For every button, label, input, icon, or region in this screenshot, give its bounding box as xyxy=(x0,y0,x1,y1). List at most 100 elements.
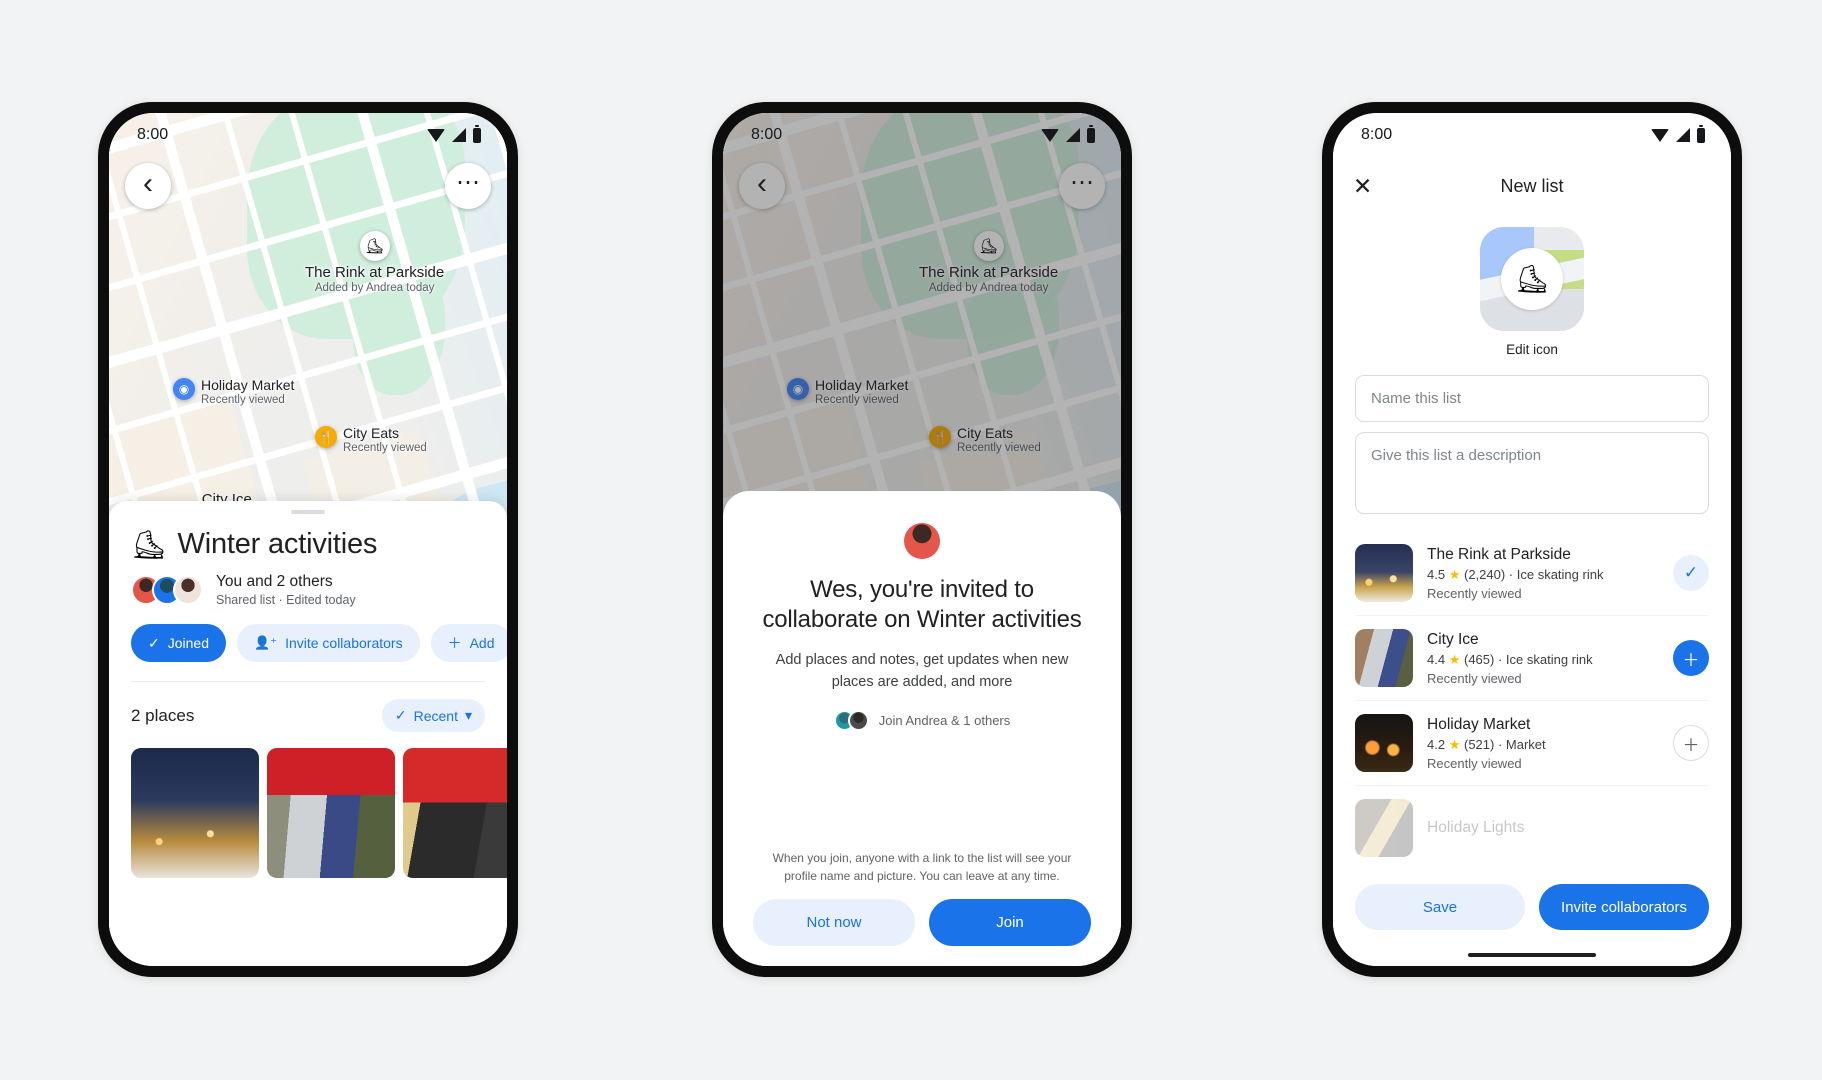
icon-picker-section: ⛸ Edit icon xyxy=(1333,227,1731,357)
status-bar: 8:00 xyxy=(1333,113,1731,157)
phone3-screen: 8:00 ✕ New list ⛸ Edit icon Name this li… xyxy=(1333,113,1731,966)
join-participants-row: Join Andrea & 1 others xyxy=(833,709,1011,731)
phone-mockup-invite-dialog: ⛸ The Rink at Parkside Added by Andrea t… xyxy=(712,102,1132,977)
map-marker-holiday-market[interactable]: ◉ Holiday Market Recently viewed xyxy=(173,377,294,406)
star-icon: ★ xyxy=(1448,566,1461,582)
close-icon[interactable]: ✕ xyxy=(1353,174,1381,198)
phone1-screen: ⛸ The Rink at Parkside Added by Andrea t… xyxy=(109,113,507,966)
place-thumbnail xyxy=(1355,714,1413,772)
marker-subtitle: Recently viewed xyxy=(343,442,427,454)
invite-collaborators-button[interactable]: Invite collaborators xyxy=(1539,884,1709,930)
dialog-description: Add places and notes, get updates when n… xyxy=(775,652,1069,690)
star-icon: ★ xyxy=(1448,736,1461,752)
list-item[interactable]: Holiday Lights xyxy=(1355,786,1709,870)
place-rating: 4.2 xyxy=(1427,736,1446,752)
chip-label: Invite collaborators xyxy=(285,635,403,651)
status-icons xyxy=(1651,125,1705,143)
inviter-avatar xyxy=(904,523,940,559)
invite-dialog: Wes, you're invited to collaborate on Wi… xyxy=(723,491,1121,966)
marker-subtitle: Added by Andrea today xyxy=(314,282,435,294)
sort-filter-chip[interactable]: ✓ Recent ▾ xyxy=(381,699,485,732)
place-info: City Ice 4.4 ★ (465) · Ice skating rink … xyxy=(1427,631,1659,686)
places-count: 2 places xyxy=(131,705,195,725)
sort-label: Recent xyxy=(413,707,458,724)
more-options-button[interactable]: ⋯ xyxy=(445,163,491,209)
list-item[interactable]: City Ice 4.4 ★ (465) · Ice skating rink … xyxy=(1355,616,1709,701)
marker-title: Holiday Market xyxy=(201,377,295,393)
add-place-button[interactable]: ＋ xyxy=(1673,640,1709,676)
home-indicator[interactable] xyxy=(1468,953,1596,957)
cellular-icon xyxy=(1676,128,1690,142)
market-icon: ◉ xyxy=(173,378,195,400)
avatar-group xyxy=(131,575,203,605)
map-marker-city-eats[interactable]: 🍴 City Eats Recently viewed xyxy=(315,425,427,454)
collaborators-row[interactable]: You and 2 others Shared list · Edited to… xyxy=(131,573,485,607)
ice-skate-icon: ⛸ xyxy=(1501,248,1563,310)
save-button[interactable]: Save xyxy=(1355,884,1525,930)
add-place-button[interactable]: ＋ xyxy=(1673,725,1709,761)
place-category: Ice skating rink xyxy=(1505,651,1593,667)
place-photo[interactable] xyxy=(131,748,259,878)
dialog-button-row: Not now Join xyxy=(753,899,1091,946)
joined-chip[interactable]: ✓ Joined xyxy=(131,624,226,662)
chip-label: Add xyxy=(469,635,495,651)
marker-title: City Eats xyxy=(343,425,400,441)
place-thumbnail xyxy=(1355,799,1413,857)
place-review-count: (465) xyxy=(1463,651,1495,667)
marker-subtitle: Recently viewed xyxy=(201,394,285,406)
list-name-input[interactable] xyxy=(1355,375,1709,422)
dialog-title: Wes, you're invited to collaborate on Wi… xyxy=(762,576,1082,634)
check-icon: ✓ xyxy=(148,634,160,651)
place-rating-meta: 4.2 ★ (521) · Market xyxy=(1427,736,1546,752)
join-button[interactable]: Join xyxy=(929,899,1091,946)
back-button[interactable]: ‹ xyxy=(125,163,171,209)
plus-icon: ＋ xyxy=(447,635,462,651)
list-bottom-sheet: ⛸ Winter activities You and 2 others Sha… xyxy=(109,501,507,966)
not-now-button[interactable]: Not now xyxy=(753,899,915,946)
place-category: Market xyxy=(1505,736,1546,752)
place-subtitle: Recently viewed xyxy=(1427,670,1522,686)
suggested-places-list[interactable]: The Rink at Parkside 4.5 ★ (2,240) · Ice… xyxy=(1333,531,1731,872)
status-icons xyxy=(427,125,481,143)
places-header: 2 places ✓ Recent ▾ xyxy=(109,682,507,732)
page-title: Winter activities xyxy=(177,528,378,560)
add-place-chip[interactable]: ＋ Add xyxy=(430,624,507,662)
person-add-icon: 👤⁺ xyxy=(254,635,278,650)
list-meta: Shared list · Edited today xyxy=(216,593,356,607)
list-icon-preview[interactable]: ⛸ xyxy=(1480,227,1584,331)
app-bar: ✕ New list xyxy=(1333,157,1731,215)
phone2-screen: ⛸ The Rink at Parkside Added by Andrea t… xyxy=(723,113,1121,966)
cellular-icon xyxy=(1066,128,1080,142)
avatar xyxy=(173,575,203,605)
list-item[interactable]: The Rink at Parkside 4.5 ★ (2,240) · Ice… xyxy=(1355,531,1709,616)
wifi-icon xyxy=(427,128,445,142)
status-bar: 8:00 xyxy=(723,113,1121,157)
avatar-group xyxy=(833,709,869,731)
privacy-disclaimer: When you join, anyone with a link to the… xyxy=(772,851,1072,883)
place-thumbnail xyxy=(1355,544,1413,602)
edit-icon-button[interactable]: Edit icon xyxy=(1506,342,1558,357)
ice-skate-icon: ⛸ xyxy=(131,528,167,560)
invite-collaborators-chip[interactable]: 👤⁺ Invite collaborators xyxy=(237,624,420,662)
join-participants-label: Join Andrea & 1 others xyxy=(878,712,1011,728)
place-photo[interactable] xyxy=(403,748,507,878)
map-marker-rink[interactable]: ⛸ The Rink at Parkside Added by Andrea t… xyxy=(305,231,444,294)
phone-mockup-new-list: 8:00 ✕ New list ⛸ Edit icon Name this li… xyxy=(1322,102,1742,977)
place-rating-meta: 4.5 ★ (2,240) · Ice skating rink xyxy=(1427,566,1604,582)
list-item[interactable]: Holiday Market 4.2 ★ (521) · Market Rece… xyxy=(1355,701,1709,786)
place-photo[interactable] xyxy=(267,748,395,878)
check-icon[interactable]: ✓ xyxy=(1673,555,1709,591)
list-title-row: ⛸ Winter activities xyxy=(131,528,485,561)
new-list-screen: 8:00 ✕ New list ⛸ Edit icon Name this li… xyxy=(1333,113,1731,966)
place-review-count: (2,240) xyxy=(1463,566,1506,582)
status-bar: 8:00 xyxy=(109,113,507,157)
list-description-input[interactable] xyxy=(1355,432,1709,514)
place-rating: 4.5 xyxy=(1427,566,1446,582)
place-photo-strip[interactable] xyxy=(109,732,507,878)
ice-skate-icon: ⛸ xyxy=(359,231,390,261)
status-time: 8:00 xyxy=(137,126,169,143)
battery-icon xyxy=(473,125,481,143)
place-name: Holiday Lights xyxy=(1427,819,1525,836)
place-rating-meta: 4.4 ★ (465) · Ice skating rink xyxy=(1427,651,1593,667)
status-time: 8:00 xyxy=(1361,126,1393,143)
